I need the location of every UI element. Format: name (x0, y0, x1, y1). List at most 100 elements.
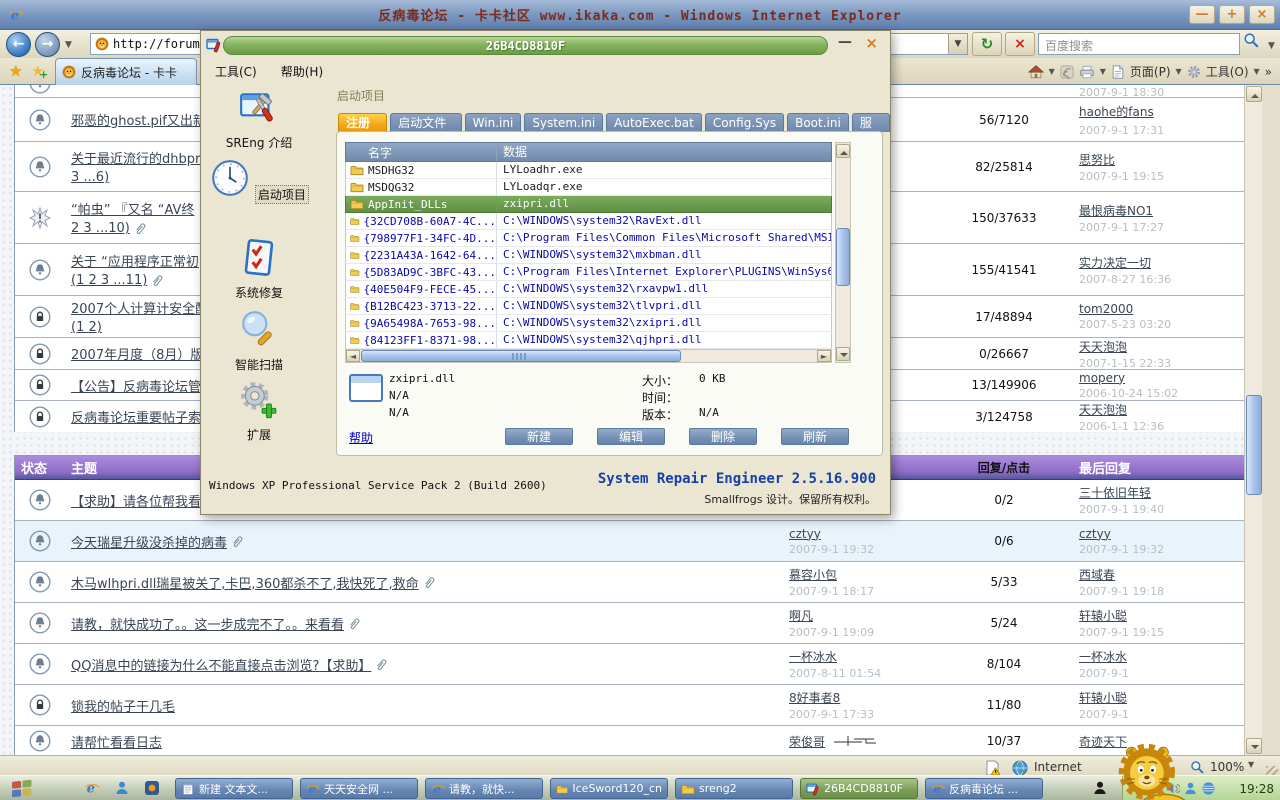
topic-link[interactable]: 锁我的帖子干几毛 (71, 696, 175, 715)
taskbar-button-folder-sreng[interactable]: sreng2 (675, 778, 793, 799)
last-reply-author[interactable]: 思努比 (1079, 151, 1259, 168)
scroll-down-icon[interactable] (836, 347, 850, 361)
topic-link[interactable]: 请帮忙看看日志 (71, 732, 162, 751)
registry-row[interactable]: {B12BC423-3713-22... C:\WINDOWS\system32… (345, 298, 832, 315)
topic-link[interactable]: 2007个人计算计安全配 (71, 298, 208, 317)
topic-link[interactable]: 关于最近流行的dhbpri (71, 148, 204, 167)
taskbar-button-ie-window[interactable]: 天天安全网 ... (300, 778, 418, 799)
last-reply-author[interactable]: tom2000 (1079, 302, 1259, 316)
tab-boot-ini[interactable]: Boot.ini (787, 113, 849, 132)
home-icon[interactable] (1028, 64, 1044, 80)
scroll-up-icon[interactable] (836, 144, 850, 158)
last-reply-author[interactable]: 天天泡泡 (1079, 338, 1259, 355)
topic-pages[interactable]: 3 ...6) (71, 170, 109, 185)
search-input[interactable]: 百度搜索 (1038, 33, 1240, 55)
topic-pages[interactable]: (1 2) (71, 320, 102, 335)
history-dropdown-icon[interactable]: ▼ (65, 40, 72, 50)
registry-row[interactable]: {84123FF1-8371-98... C:\WINDOWS\system32… (345, 332, 832, 349)
sidebar-item-extensions[interactable]: 扩展 (203, 379, 315, 443)
add-favorite-icon[interactable]: ★+ (31, 62, 44, 80)
globe-tray-icon[interactable] (1201, 781, 1216, 796)
maximize-button[interactable]: + (1219, 5, 1245, 24)
favorites-star-icon[interactable]: ★ (9, 62, 22, 80)
registry-row[interactable]: MSDQG32 LYLoadqr.exe (345, 179, 832, 196)
address-url[interactable]: http://forum. (113, 37, 207, 51)
tools-menu[interactable]: 工具(O) (1206, 63, 1249, 80)
print-icon[interactable] (1079, 64, 1095, 80)
topic-author[interactable]: 慕容小包 (789, 566, 969, 583)
help-link[interactable]: 帮助 (349, 429, 373, 446)
sidebar-item-scan[interactable]: 智能扫描 (203, 309, 315, 373)
tab-win-ini[interactable]: Win.ini (465, 113, 522, 132)
page-menu[interactable]: 页面(P) (1130, 63, 1171, 80)
topic-author[interactable]: 一杯冰水 (789, 648, 969, 665)
home-dropdown-icon[interactable]: ▼ (1049, 67, 1055, 76)
zoom-level[interactable]: 100% (1210, 760, 1244, 774)
registry-row[interactable]: {2231A43A-1642-64... C:\WINDOWS\system32… (345, 247, 832, 264)
topic-author[interactable]: 8好事者8 (789, 689, 969, 706)
delete-button[interactable]: 删除 (689, 428, 757, 445)
quicklaunch-ie-icon[interactable] (84, 780, 100, 796)
last-reply-author[interactable]: 西域春 (1079, 566, 1259, 583)
last-reply-author[interactable]: 轩辕小聪 (1079, 689, 1259, 706)
topic-link[interactable]: 【求助】请各位帮我看 (71, 491, 201, 510)
new-button[interactable]: 新建 (505, 428, 573, 445)
registry-row-selected[interactable]: AppInit_DLLs zxipri.dll (345, 196, 832, 213)
browser-tab[interactable]: 反病毒论坛 - 卡卡 (55, 58, 197, 85)
topic-link[interactable]: 木马wlhpri.dll瑞星被关了,卡巴,360都杀不了,我快死了,救命 (71, 573, 419, 592)
registry-row[interactable]: MSDHG32 LYLoadhr.exe (345, 162, 832, 179)
taskbar-button-sreng-active[interactable]: 26B4CD8810F (800, 778, 918, 799)
topic-link[interactable]: 反病毒论坛重要帖子索 (71, 407, 201, 426)
tab-config-sys[interactable]: Config.Sys (705, 113, 784, 132)
menu-help[interactable]: 帮助(H) (281, 63, 323, 80)
topic-link[interactable]: 请教，就快成功了。。这一步成完不了。。来看看 (71, 614, 344, 633)
last-reply-author[interactable]: 天天泡泡 (1079, 401, 1259, 418)
last-reply-author[interactable]: cztyy (1079, 527, 1259, 541)
scroll-left-icon[interactable]: ◄ (346, 350, 360, 362)
topic-author[interactable]: 荣俊哥 (789, 733, 825, 750)
tab-autoexec-bat[interactable]: AutoExec.bat (606, 113, 702, 132)
registry-row[interactable]: {798977F1-34FC-4D... C:\Program Files\Co… (345, 230, 832, 247)
registry-row[interactable]: {40E504F9-FECE-45... C:\WINDOWS\system32… (345, 281, 832, 298)
taskbar-button-folder-icesword[interactable]: IceSword120_cn (550, 778, 668, 799)
taskbar-button-ie-window[interactable]: 请教，就快... (425, 778, 543, 799)
taskbar-button-notepad[interactable]: 新建 文本文... (175, 778, 293, 799)
registry-scrollbar-horizontal[interactable]: ◄ ► (345, 349, 832, 363)
topic-link[interactable]: 今天瑞星升级没杀掉的病毒 (71, 532, 227, 551)
print-dropdown-icon[interactable]: ▼ (1100, 67, 1106, 76)
minimize-button[interactable]: — (1189, 5, 1215, 24)
registry-scrollbar-vertical[interactable] (835, 142, 851, 363)
topic-link[interactable]: 2007年月度（8月）版主 (71, 344, 216, 363)
sidebar-item-repair[interactable]: 系统修复 (203, 237, 315, 301)
dialog-close-button[interactable]: × (865, 34, 878, 52)
last-reply-author[interactable]: 最恨病毒NO1 (1079, 202, 1259, 219)
last-reply-author[interactable]: mopery (1079, 371, 1259, 385)
back-button[interactable]: ← (6, 32, 31, 57)
zoom-dropdown-icon[interactable]: ▼ (1248, 760, 1254, 769)
scroll-up-icon[interactable] (1246, 86, 1262, 102)
tab-system-ini[interactable]: System.ini (524, 113, 603, 132)
stop-button[interactable]: × (1005, 32, 1035, 56)
topic-pages[interactable]: (1 2 3 ...11) (71, 273, 147, 288)
tools-gear-icon[interactable] (1187, 65, 1201, 79)
topic-pages[interactable]: 2 3 ...10) (71, 221, 130, 236)
page-dropdown-icon[interactable]: ▼ (1176, 67, 1182, 76)
close-button[interactable]: × (1249, 5, 1275, 24)
search-dropdown-icon[interactable]: ▼ (1268, 41, 1275, 51)
topic-author[interactable]: 啊凡 (789, 607, 969, 624)
search-button-magnifier-icon[interactable] (1243, 32, 1259, 48)
topic-link[interactable]: QQ消息中的链接为什么不能直接点击浏览?【求助】 (71, 655, 371, 674)
page-scrollbar[interactable] (1244, 85, 1262, 755)
topic-link[interactable]: 邪恶的ghost.pif又出新 (71, 110, 206, 129)
scrollbar-thumb[interactable] (836, 228, 850, 286)
rss-feeds-icon[interactable] (1060, 65, 1074, 79)
scrollbar-thumb[interactable] (1246, 395, 1262, 495)
column-data[interactable]: 数据 (496, 143, 831, 161)
refresh-button[interactable]: 刷新 (781, 428, 849, 445)
tab-services[interactable]: 服务 (852, 113, 890, 132)
menu-tools[interactable]: 工具(C) (215, 63, 257, 80)
quicklaunch-browser-icon[interactable] (144, 780, 160, 796)
scrollbar-thumb[interactable] (361, 350, 681, 362)
sidebar-item-intro[interactable]: SREng 介绍 (203, 87, 315, 151)
topic-link[interactable]: “帕虫” 『又名 “AV终 (71, 199, 194, 218)
